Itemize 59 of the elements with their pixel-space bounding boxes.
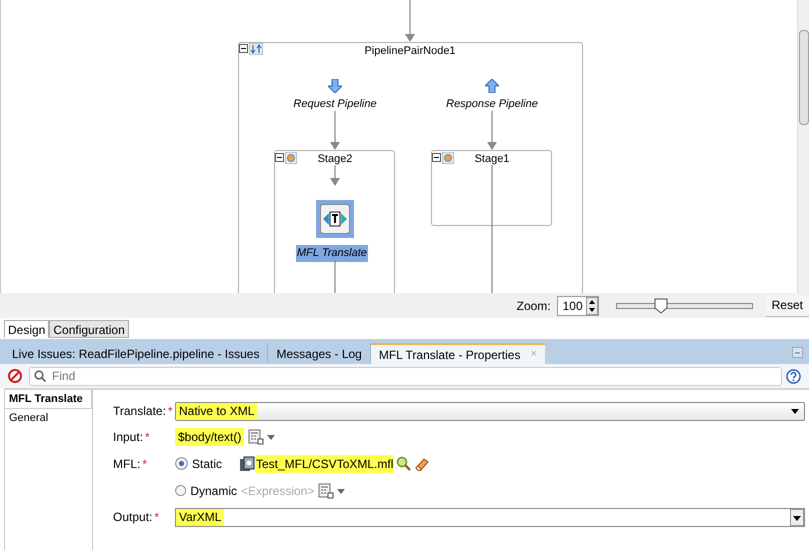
expression-editor-icon bbox=[248, 429, 264, 445]
required-mark: * bbox=[154, 509, 160, 526]
caret-icon bbox=[790, 508, 804, 526]
required-mark: * bbox=[145, 429, 150, 446]
down-arrow-icon bbox=[328, 79, 342, 93]
output-value: VarXML bbox=[176, 508, 224, 526]
collapse-icon bbox=[275, 153, 284, 162]
expression-editor-icon bbox=[318, 482, 334, 498]
editor-tab[interactable]: Configuration bbox=[49, 320, 129, 338]
mfl-path[interactable]: Test_MFL/CSVToXML.mfl bbox=[255, 454, 394, 472]
eraser-icon bbox=[414, 456, 430, 471]
required-mark: * bbox=[168, 403, 173, 420]
translate-icon bbox=[320, 204, 350, 234]
field-label: Output: bbox=[113, 509, 152, 526]
zoom-label: Zoom: bbox=[516, 298, 551, 314]
stop-icon bbox=[8, 369, 22, 383]
panel-tab[interactable]: MFL Translate - Properties × bbox=[370, 343, 545, 364]
pipeline-label: Response Pipeline bbox=[445, 97, 539, 112]
reset-button[interactable]: Reset bbox=[766, 294, 809, 316]
field-label: Input: bbox=[113, 429, 144, 446]
flow-arrow bbox=[330, 111, 340, 150]
collapse-icon bbox=[432, 153, 441, 162]
stage-node[interactable] bbox=[431, 150, 552, 226]
stage-icon bbox=[442, 152, 454, 164]
nav-item[interactable]: General bbox=[5, 409, 92, 428]
up-arrow-icon bbox=[485, 79, 499, 93]
radio-button[interactable]: Static bbox=[175, 454, 237, 472]
required-mark: * bbox=[142, 456, 148, 472]
field-label: Translate: bbox=[113, 403, 166, 420]
stage-title: Stage2 bbox=[316, 152, 354, 167]
spinner-arrows-icon bbox=[586, 296, 598, 314]
nav-item[interactable]: MFL Translate bbox=[5, 390, 92, 409]
pipeline-label: Request Pipeline bbox=[292, 97, 378, 112]
editor-tab[interactable]: Design bbox=[4, 320, 50, 338]
up-down-arrows-icon bbox=[249, 43, 263, 55]
dropdown-value: Native to XML bbox=[176, 402, 258, 420]
flow-arrow bbox=[405, 0, 415, 42]
field-label: MFL: bbox=[113, 456, 140, 472]
help-icon bbox=[786, 368, 801, 384]
scrollbar-thumb[interactable] bbox=[799, 30, 809, 125]
output-field[interactable]: VarXML bbox=[175, 508, 805, 526]
stage-title: Stage1 bbox=[474, 152, 510, 167]
node-title: PipelinePairNode1 bbox=[363, 44, 457, 59]
resource-icon bbox=[239, 456, 255, 472]
input-value[interactable]: $body/text() bbox=[175, 428, 244, 446]
minimize-icon bbox=[792, 347, 803, 358]
stage-icon bbox=[285, 152, 297, 164]
action-label: MFL Translate bbox=[296, 245, 368, 262]
browse-icon bbox=[396, 456, 412, 471]
caret-icon bbox=[266, 432, 276, 442]
collapse-icon bbox=[239, 44, 248, 53]
scrollbar[interactable] bbox=[797, 0, 809, 293]
zoom-spinner[interactable]: 100 bbox=[556, 296, 599, 316]
flow-arrow bbox=[487, 111, 497, 150]
dropdown[interactable]: Native to XML bbox=[175, 402, 805, 420]
flow-arrow bbox=[330, 165, 340, 186]
radio-button[interactable]: Dynamic bbox=[175, 482, 237, 500]
action-node[interactable] bbox=[316, 200, 354, 238]
search-icon bbox=[34, 370, 46, 382]
